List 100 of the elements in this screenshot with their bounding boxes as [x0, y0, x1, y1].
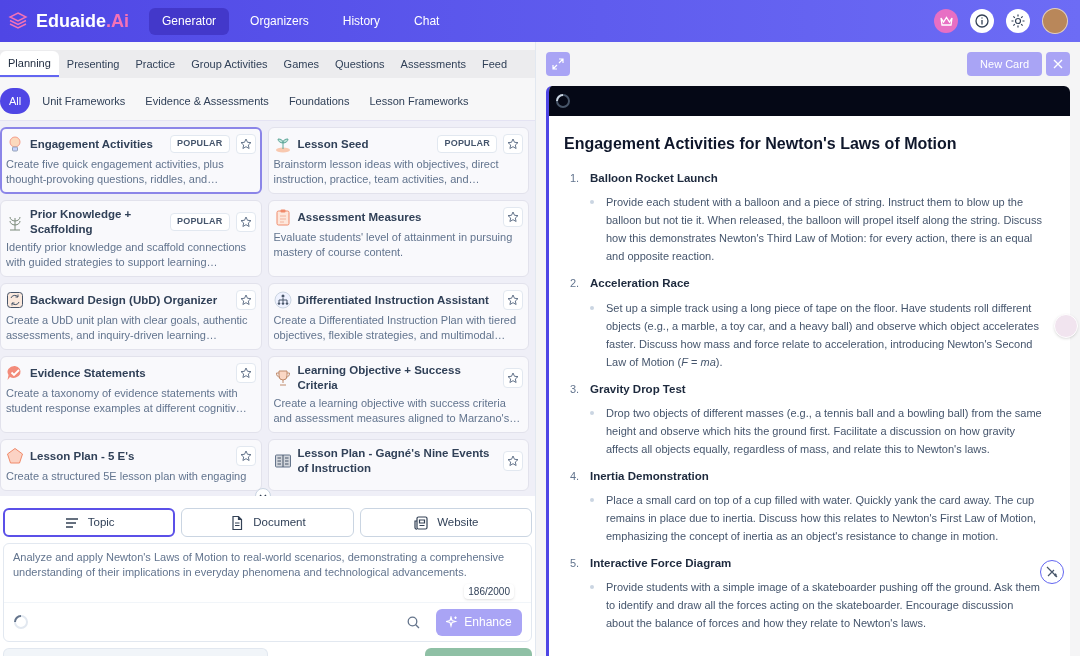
close-icon [1053, 59, 1063, 69]
star-icon [239, 138, 252, 150]
tool-title: Backward Design (UbD) Organizer [30, 292, 219, 308]
sparkle-icon [446, 616, 459, 628]
tool-description: Create a UbD unit plan with clear goals, authentic assessments, and inquiry-driven learning… [6, 313, 249, 343]
tool-title: Lesson Plan - 5 E's [30, 448, 136, 464]
source-button[interactable]: Topic [3, 508, 176, 537]
tool-card[interactable]: Lesson Plan - Gagné's Nine Events of Instruction [267, 439, 529, 491]
star-icon [239, 216, 252, 228]
info-button[interactable] [970, 9, 994, 33]
expand-button[interactable] [546, 52, 570, 76]
tool-card[interactable]: Differentiated Instruction Assistant Create a Differentiated Instruction Plan with tiered objectives, flexible strategies, and multimodal… [267, 283, 529, 350]
tool-card[interactable]: Lesson Plan - 5 E's Create a structured 5E lesson plan with engaging [0, 439, 262, 491]
category-tab[interactable]: Practice [127, 51, 184, 77]
star-icon [239, 294, 252, 306]
category-tab[interactable]: Games [275, 51, 328, 77]
tool-card[interactable]: Lesson Seed POPULAR Brainstorm lesson ideas with objectives, direct instruction, practice, team activities, and… [267, 127, 529, 194]
tool-title: Assessment Measures [297, 209, 423, 225]
list-number: 4. [570, 468, 581, 484]
premium-button[interactable] [934, 9, 958, 33]
popular-badge: POPULAR [169, 213, 230, 231]
logo-icon [8, 11, 28, 31]
close-button[interactable] [1046, 52, 1070, 76]
favorite-button[interactable] [503, 207, 523, 227]
arrows-cycle-icon [6, 291, 24, 309]
nav-tab[interactable]: Generator [149, 7, 230, 35]
tool-description: Create a learning objective with success criteria and assessment measures aligned to Marzano's… [273, 396, 522, 426]
hierarchy-icon [273, 291, 292, 309]
category-tab[interactable]: Presenting [58, 51, 128, 77]
tool-card[interactable]: Evidence Statements Create a taxonomy of evidence statements with student response examples at different cognitiv… [0, 356, 262, 433]
tool-card[interactable]: Learning Objective + Success Criteria Create a learning objective with success criteria and assessment measures aligned to Marzano's… [267, 356, 529, 433]
favorite-button[interactable] [235, 212, 256, 232]
favorite-button[interactable] [503, 368, 523, 388]
bullet-icon [590, 305, 594, 310]
info-icon [975, 14, 989, 28]
tool-description: Create a taxonomy of evidence statements with student response examples at different cognitiv… [6, 386, 248, 416]
star-icon [507, 211, 519, 223]
item-heading: Acceleration Race [590, 276, 690, 292]
favorite-button[interactable] [235, 134, 256, 154]
category-tab[interactable]: Questions [327, 51, 393, 77]
star-icon [507, 138, 519, 150]
bullet-icon [590, 410, 594, 415]
speech-bubble-check-icon [6, 364, 24, 382]
bullet-icon [590, 498, 594, 502]
output-title: Engagement Activities for Newton's Laws of Motion [564, 134, 958, 154]
tool-title: Differentiated Instruction Assistant [297, 292, 490, 308]
source-button[interactable]: Document [181, 508, 354, 537]
filter-chip[interactable]: All [0, 88, 31, 114]
favorite-button[interactable] [503, 290, 523, 310]
source-button[interactable]: Website [359, 508, 532, 537]
favorite-button[interactable] [235, 290, 256, 310]
profile-avatar[interactable] [1042, 8, 1068, 34]
category-tab[interactable]: Group Activities [183, 51, 276, 77]
search-icon[interactable] [407, 615, 420, 629]
favorite-button[interactable] [235, 446, 256, 466]
category-tab[interactable]: Assessments [392, 51, 474, 77]
favorite-button[interactable] [503, 451, 523, 471]
item-heading: Balloon Rocket Launch [590, 171, 718, 186]
filter-chip[interactable]: Unit Frameworks [34, 88, 134, 114]
nav-tab[interactable]: History [329, 7, 394, 35]
trophy-icon [273, 369, 292, 387]
tool-card[interactable]: Assessment Measures Evaluate students' level of attainment in pursuing mastery of course content. [267, 200, 529, 277]
item-heading: Inertia Demonstration [590, 468, 709, 484]
tool-description: Create a structured 5E lesson plan with engaging [6, 469, 248, 484]
expand-icon [552, 58, 564, 70]
tool-title: Evidence Statements [30, 365, 147, 381]
popular-badge: POPULAR [169, 135, 230, 153]
theme-button[interactable] [1006, 9, 1030, 33]
nav-tab[interactable]: Organizers [237, 7, 322, 35]
favorite-button[interactable] [235, 363, 256, 383]
category-tab[interactable]: Feed [474, 51, 516, 77]
filter-chip[interactable]: Evidence & Assessments [137, 88, 277, 114]
tool-card[interactable]: Prior Knowledge + Scaffolding POPULAR Identify prior knowledge and scaffold connections with guided strategies to support learning… [0, 200, 262, 277]
item-description: Drop two objects of different masses (e.g., a tennis ball and a bowling ball) from the same height and observe which hits the ground first. Facilitate a discussion on how gravity affects all objects equally, regardless of mass, and relate this to Newton's laws. [606, 405, 1043, 457]
logo-text: Eduaide.Ai [36, 9, 130, 33]
star-icon [507, 294, 519, 306]
item-heading: Interactive Force Diagram [590, 556, 732, 571]
tool-card[interactable]: Engagement Activities POPULAR Create five quick engagement activities, plus thought-provoking questions, riddles, and… [0, 127, 262, 194]
tool-title: Engagement Activities [30, 136, 154, 152]
prompt-input[interactable]: Analyze and apply Newton's Laws of Motion to real-world scenarios, demonstrating a comprehensive understanding of their implications in everyday phenomena and technological advancements. [13, 550, 522, 580]
tool-card[interactable]: Backward Design (UbD) Organizer Create a UbD unit plan with clear goals, authentic assessments, and inquiry-driven learning… [0, 283, 262, 350]
bullet-icon [590, 200, 594, 205]
book-icon [273, 452, 292, 470]
filter-chip[interactable]: Lesson Frameworks [361, 88, 477, 114]
popular-badge: POPULAR [437, 135, 497, 153]
secondary-field[interactable] [3, 648, 268, 656]
loading-spinner-icon [13, 614, 29, 630]
item-description: Provide students with a simple image of a skateboarder pushing off the ground. Ask them to identify and draw all the forces acting on the skateboarder. Encourage discussion about the balance of forces and how they relate to Newton's laws. [606, 580, 1041, 632]
filter-chip[interactable]: Foundations [280, 88, 358, 114]
tool-description: Brainstorm lesson ideas with objectives, direct instruction, practice, team activities, and… [273, 157, 500, 187]
list-number: 3. [570, 381, 581, 397]
star-icon [507, 455, 519, 467]
tool-title: Lesson Seed [297, 136, 370, 152]
clipboard-icon [273, 208, 292, 226]
sprout-icon [273, 135, 292, 153]
favorite-button[interactable] [503, 134, 523, 154]
item-heading: Gravity Drop Test [590, 381, 686, 397]
newspaper-icon [413, 514, 430, 531]
category-tab[interactable]: Planning [0, 51, 59, 77]
nav-tab[interactable]: Chat [401, 7, 453, 35]
